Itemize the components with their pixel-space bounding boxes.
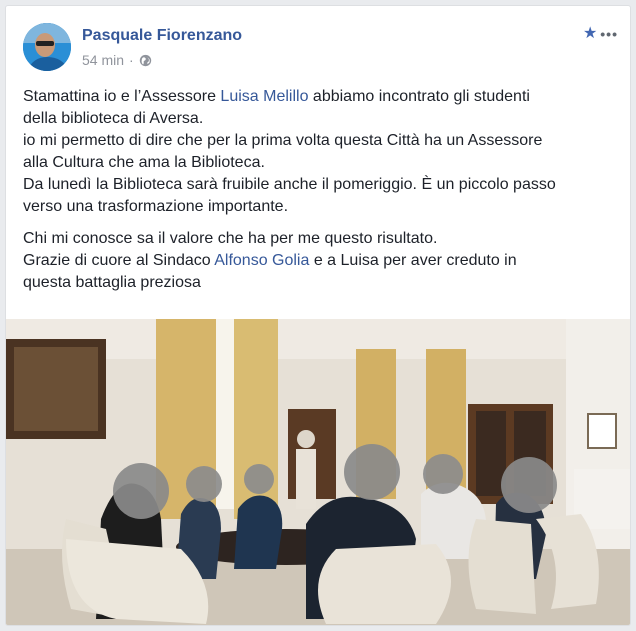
text-line: questa battaglia preziosa (23, 274, 201, 291)
post-text: Stamattina io e l’Assessore Luisa Melill… (23, 86, 619, 304)
star-icon[interactable]: ★ (583, 26, 597, 42)
post-photo[interactable] (6, 319, 631, 626)
mention-link-alfonso-golia[interactable]: Alfonso Golia (214, 252, 309, 269)
post-actions: ★ ••• (583, 26, 618, 42)
post-header: Pasquale Fiorenzano 54 min · ★ ••• (6, 6, 630, 81)
post-card: Pasquale Fiorenzano 54 min · ★ ••• Stama… (5, 5, 631, 626)
text-line: e a Luisa per aver creduto in (309, 252, 517, 269)
text-line: Stamattina io e l’Assessore (23, 88, 221, 105)
avatar-image (23, 23, 71, 71)
post-timestamp[interactable]: 54 min (82, 52, 124, 68)
mention-link-luisa-melillo[interactable]: Luisa Melillo (220, 88, 308, 105)
post-paragraph-1: Stamattina io e l’Assessore Luisa Melill… (23, 86, 619, 218)
globe-icon[interactable] (139, 54, 152, 67)
more-options-icon[interactable]: ••• (600, 27, 618, 41)
author-name[interactable]: Pasquale Fiorenzano (82, 27, 242, 45)
text-line: io mi permetto di dire che per la prima … (23, 132, 543, 149)
meta-separator: · (129, 52, 134, 68)
text-line: Da lunedì la Biblioteca sarà fruibile an… (23, 176, 556, 193)
text-line: della biblioteca di Aversa. (23, 110, 204, 127)
avatar[interactable] (23, 23, 71, 71)
post-meta: 54 min · (82, 52, 152, 68)
text-line: Grazie di cuore al Sindaco (23, 252, 215, 269)
text-line: alla Cultura che ama la Biblioteca. (23, 154, 265, 171)
text-line: Chi mi conosce sa il valore che ha per m… (23, 230, 438, 247)
text-line: abbiamo incontrato gli studenti (308, 88, 530, 105)
text-line: verso una trasformazione importante. (23, 198, 289, 215)
post-paragraph-2: Chi mi conosce sa il valore che ha per m… (23, 228, 619, 294)
